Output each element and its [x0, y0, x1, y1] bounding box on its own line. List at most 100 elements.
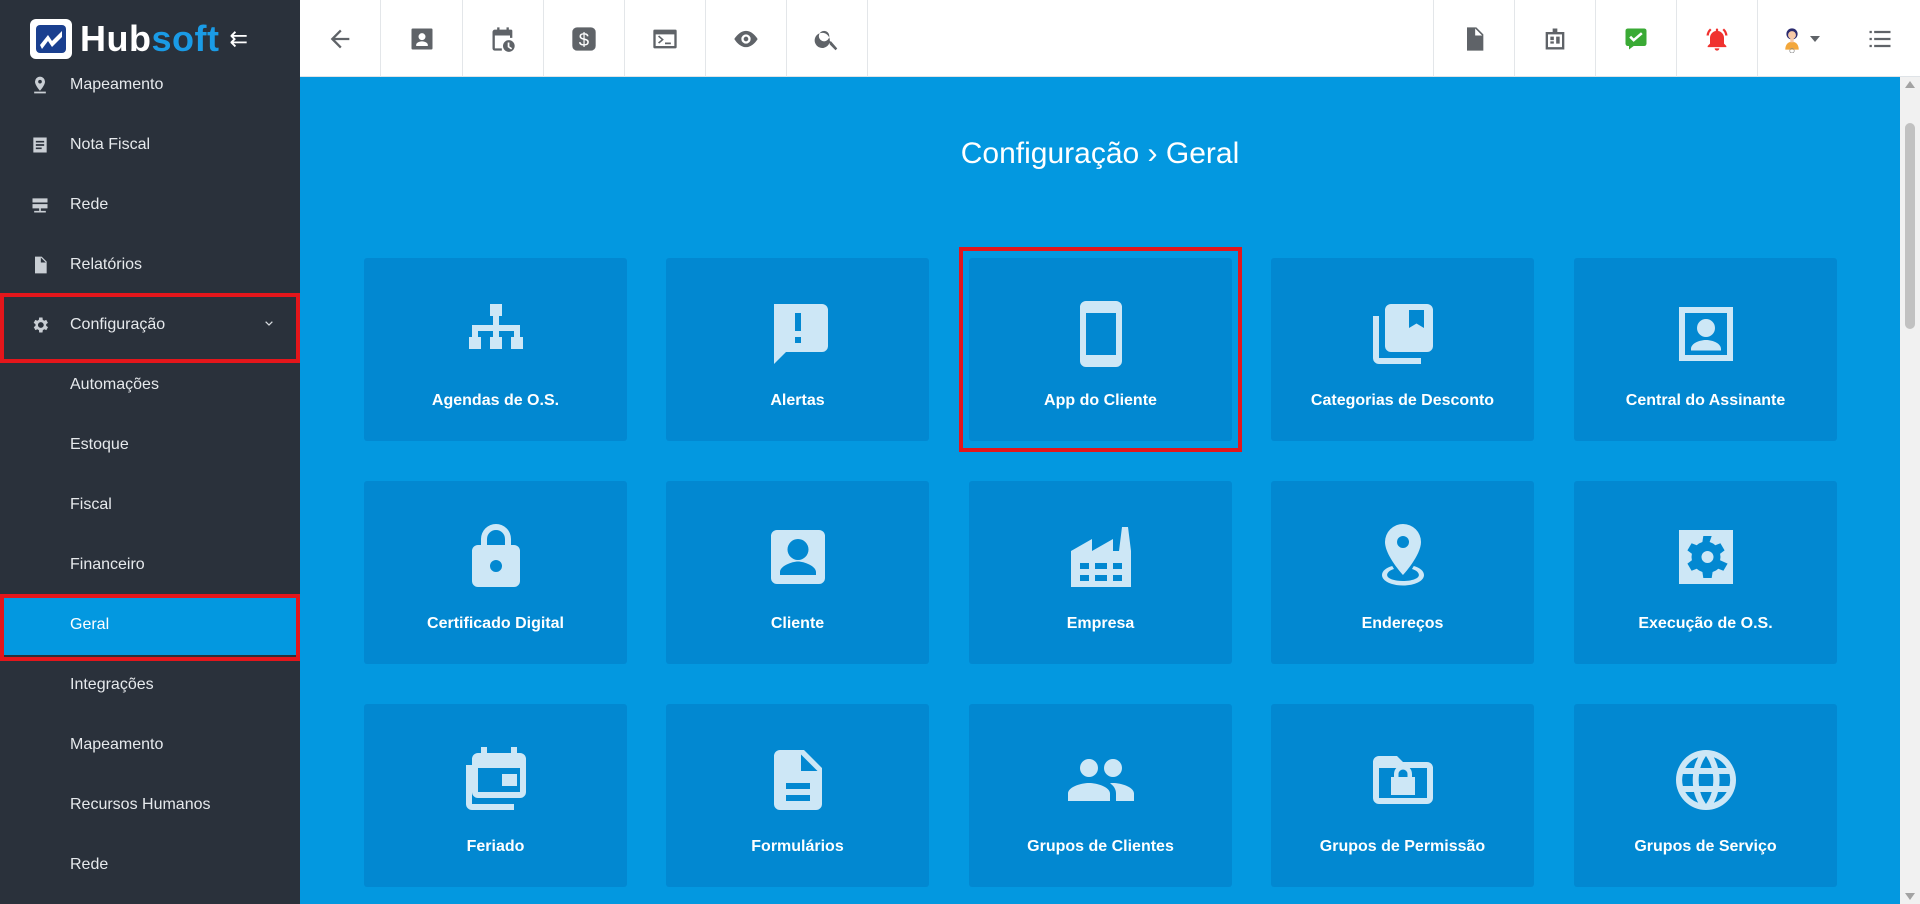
tile-cliente[interactable]: Cliente	[666, 481, 929, 664]
tile-label: Cliente	[770, 615, 825, 632]
scroll-up-arrow-icon[interactable]	[1905, 81, 1915, 88]
finance-button[interactable]: $	[544, 0, 625, 77]
tile-label: App do Cliente	[1044, 392, 1157, 409]
sitemap-icon	[456, 294, 536, 374]
sidebar-subitem-estoque[interactable]: Estoque	[0, 415, 300, 475]
settings-box-icon	[1666, 517, 1746, 597]
tile-formularios[interactable]: Formulários	[666, 704, 929, 887]
vertical-scrollbar[interactable]	[1900, 77, 1920, 904]
brand-name-part2: soft	[151, 17, 220, 59]
schedule-button[interactable]	[463, 0, 544, 77]
tile-feriado[interactable]: Feriado	[364, 704, 627, 887]
tile-app-do-cliente[interactable]: App do Cliente	[969, 258, 1232, 441]
sidebar-subitem-label: Automações	[70, 376, 159, 393]
sidebar-item-rede[interactable]: Rede	[0, 175, 300, 235]
id-badge-button[interactable]	[1514, 0, 1595, 77]
tile-label: Agendas de O.S.	[431, 392, 560, 409]
breadcrumb-root[interactable]: Configuração	[961, 137, 1139, 170]
search-icon	[814, 30, 838, 50]
chevron-down-icon	[262, 316, 276, 330]
scroll-thumb[interactable]	[1905, 123, 1915, 329]
tile-label: Certificado Digital	[427, 615, 564, 632]
sidebar-subitem-mapeamento[interactable]: Mapeamento	[0, 715, 300, 775]
tile-label: Execução de O.S.	[1638, 615, 1773, 632]
portrait-icon	[1666, 294, 1746, 374]
tile-label: Grupos de Serviço	[1634, 838, 1777, 855]
sidebar-subitem-label: Fiscal	[70, 496, 112, 513]
sidebar-subitem-label: Financeiro	[70, 556, 145, 573]
sidebar-subitem-rede[interactable]: Rede	[0, 835, 300, 895]
calendar-clock-icon	[492, 26, 515, 52]
breadcrumb: Configuração › Geral	[300, 137, 1900, 171]
scroll-down-arrow-icon[interactable]	[1905, 893, 1915, 900]
tile-agendas-os[interactable]: Agendas de O.S.	[364, 258, 627, 441]
dollar-icon: $	[572, 26, 596, 51]
terminal-button[interactable]	[625, 0, 706, 77]
receipt-icon	[29, 134, 51, 156]
hubsoft-logo-icon	[30, 18, 72, 59]
terminal-icon	[653, 29, 677, 48]
brand-name: Hubsoft	[80, 18, 219, 60]
breadcrumb-separator: ›	[1147, 137, 1158, 170]
tile-execucao-os[interactable]: Execução de O.S.	[1574, 481, 1837, 664]
tile-empresa[interactable]: Empresa	[969, 481, 1232, 664]
report-icon	[29, 254, 51, 276]
sidebar-subitem-fiscal[interactable]: Fiscal	[0, 475, 300, 535]
sidebar-subitem-automacoes[interactable]: Automações	[0, 355, 300, 415]
tile-label: Alertas	[770, 392, 825, 409]
sidebar-item-mapeamento[interactable]: Mapeamento	[0, 55, 300, 115]
tile-grupos-clientes[interactable]: Grupos de Clientes	[969, 704, 1232, 887]
alerts-button[interactable]	[1676, 0, 1757, 77]
sidebar-item-label: Rede	[70, 196, 109, 213]
contacts-button[interactable]	[382, 0, 463, 77]
account-box-icon	[758, 517, 838, 597]
people-icon	[1061, 740, 1141, 820]
back-arrow-icon	[330, 29, 350, 48]
svg-text:$: $	[579, 29, 590, 50]
tile-enderecos[interactable]: Endereços	[1271, 481, 1534, 664]
tile-categorias-desconto[interactable]: Categorias de Desconto	[1271, 258, 1534, 441]
network-icon	[29, 194, 51, 216]
tile-label: Empresa	[1066, 615, 1135, 632]
list-menu-icon	[1869, 30, 1890, 47]
tile-label: Categorias de Desconto	[1310, 392, 1495, 409]
sidebar-subitem-recursos-humanos[interactable]: Recursos Humanos	[0, 775, 300, 835]
tile-grupos-permissao[interactable]: Grupos de Permissão	[1271, 704, 1534, 887]
search-button[interactable]	[787, 0, 868, 77]
task-check-icon	[1625, 28, 1647, 49]
back-button[interactable]	[300, 0, 381, 77]
tile-certificado-digital[interactable]: Certificado Digital	[364, 481, 627, 664]
globe-icon	[1666, 740, 1746, 820]
sidebar-subitem-label: Integrações	[70, 676, 154, 693]
sidebar-subitem-label: Estoque	[70, 436, 129, 453]
alarm-bell-icon	[1706, 28, 1728, 51]
sidebar-subitem-financeiro[interactable]: Financeiro	[0, 535, 300, 595]
pdf-button[interactable]	[1433, 0, 1514, 77]
tile-label: Feriado	[466, 838, 525, 855]
tile-central-assinante[interactable]: Central do Assinante	[1574, 258, 1837, 441]
sidebar-subitem-integracoes[interactable]: Integrações	[0, 655, 300, 715]
lock-icon	[456, 517, 536, 597]
tile-label: Central do Assinante	[1625, 392, 1786, 409]
tile-label: Formulários	[751, 838, 844, 855]
tile-alertas[interactable]: Alertas	[666, 258, 929, 441]
tile-grupos-servico[interactable]: Grupos de Serviço	[1574, 704, 1837, 887]
gear-icon	[29, 314, 51, 336]
collapse-sidebar-icon[interactable]: ⇇	[229, 26, 247, 52]
sidebar-subitem-geral[interactable]: Geral	[0, 595, 300, 655]
bookmarks-icon	[1363, 294, 1443, 374]
pdf-icon	[1467, 26, 1484, 51]
user-menu-button[interactable]	[1757, 0, 1839, 77]
sidebar-item-relatorios[interactable]: Relatórios	[0, 235, 300, 295]
tasks-button[interactable]	[1595, 0, 1676, 77]
sidebar-item-nota-fiscal[interactable]: Nota Fiscal	[0, 115, 300, 175]
event-stack-icon	[456, 740, 536, 820]
main-content: Configuração › Geral Agendas de O.S. Ale…	[300, 77, 1900, 904]
menu-button[interactable]	[1839, 0, 1920, 77]
folder-lock-icon	[1363, 740, 1443, 820]
view-button[interactable]	[706, 0, 787, 77]
breadcrumb-current: Geral	[1165, 137, 1240, 170]
sidebar-item-configuracao[interactable]: Configuração	[0, 295, 300, 355]
alert-message-icon	[758, 294, 838, 374]
chevron-down-icon	[1809, 35, 1820, 42]
